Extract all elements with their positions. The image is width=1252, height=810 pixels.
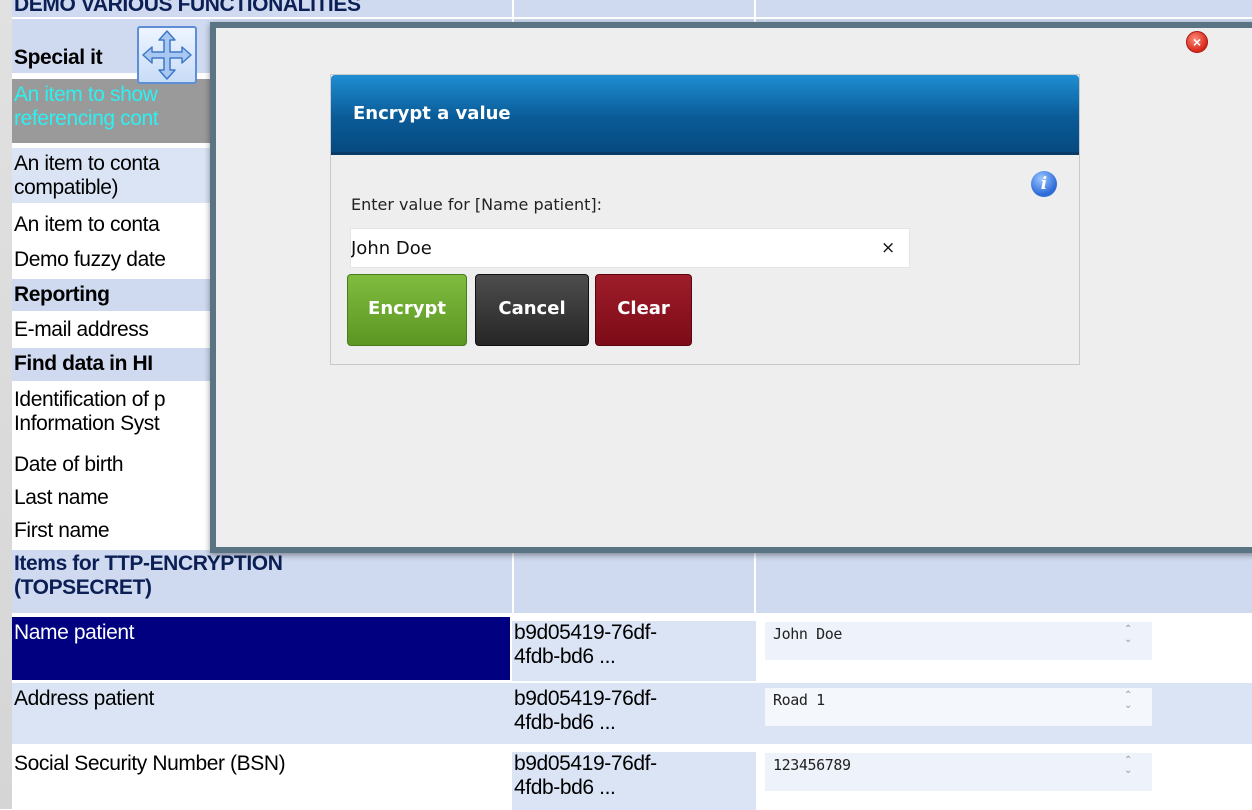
hash-line1: b9d05419-76df-: [514, 752, 657, 775]
cancel-button[interactable]: Cancel: [475, 274, 589, 346]
row-label-selected[interactable]: Name patient: [12, 617, 510, 680]
spinner-icon[interactable]: ⌃ ⌄: [1118, 625, 1138, 651]
table-row[interactable]: Address patient b9d05419-76df- 4fdb-bd6 …: [12, 682, 1252, 744]
hash-line2: 4fdb-bd6 ...: [514, 645, 616, 668]
spinner-icon[interactable]: ⌃ ⌄: [1118, 756, 1138, 782]
clear-icon[interactable]: ×: [881, 238, 895, 258]
row-label: Name patient: [14, 621, 135, 644]
info-icon[interactable]: i: [1031, 171, 1057, 197]
dialog-header: Encrypt a value: [331, 75, 1079, 155]
move-icon: [142, 30, 192, 80]
grid-header-row: DEMO VARIOUS FUNCTIONALITIES: [12, 0, 1252, 17]
hash-cell: b9d05419-76df- 4fdb-bd6 ...: [512, 687, 756, 735]
hash-cell: b9d05419-76df- 4fdb-bd6 ...: [512, 752, 756, 810]
hash-line1: b9d05419-76df-: [514, 687, 657, 710]
clear-button[interactable]: Clear: [595, 274, 692, 346]
close-icon[interactable]: ×: [1186, 31, 1208, 53]
grid-header: DEMO VARIOUS FUNCTIONALITIES: [14, 0, 361, 16]
value-field[interactable]: ×: [350, 228, 910, 268]
encrypted-value-field[interactable]: 123456789: [765, 753, 1152, 791]
spinner-icon[interactable]: ⌃ ⌄: [1118, 691, 1138, 717]
hash-line2: 4fdb-bd6 ...: [514, 776, 616, 799]
hash-line1: b9d05419-76df-: [514, 621, 657, 644]
section-line1: Items for TTP-ENCRYPTION: [14, 552, 283, 575]
encrypted-value-field[interactable]: John Doe: [765, 622, 1152, 660]
section-title: Items for TTP-ENCRYPTION (TOPSECRET): [12, 552, 510, 600]
table-row[interactable]: Name patient b9d05419-76df- 4fdb-bd6 ...…: [12, 616, 1252, 681]
encrypt-dialog: Encrypt a value i Enter value for [Name …: [330, 74, 1080, 365]
encrypted-value-field[interactable]: Road 1: [765, 688, 1152, 726]
hash-line2: 4fdb-bd6 ...: [514, 711, 616, 734]
value-input[interactable]: [351, 229, 871, 267]
section-ttp-encryption: Items for TTP-ENCRYPTION (TOPSECRET): [12, 549, 1252, 613]
hash-cell: b9d05419-76df- 4fdb-bd6 ...: [512, 621, 756, 681]
row-label: Social Security Number (BSN): [14, 752, 286, 775]
table-row[interactable]: Social Security Number (BSN) b9d05419-76…: [12, 747, 1252, 810]
encrypt-button[interactable]: Encrypt: [347, 274, 467, 346]
move-handle[interactable]: [137, 26, 197, 84]
value-prompt: Enter value for [Name patient]:: [351, 195, 603, 214]
grid-col-divider: [512, 0, 756, 17]
dialog-title: Encrypt a value: [353, 103, 511, 124]
row-label: Address patient: [14, 687, 154, 710]
section-line2: (TOPSECRET): [14, 576, 152, 599]
grid-col-divider: [512, 550, 756, 613]
